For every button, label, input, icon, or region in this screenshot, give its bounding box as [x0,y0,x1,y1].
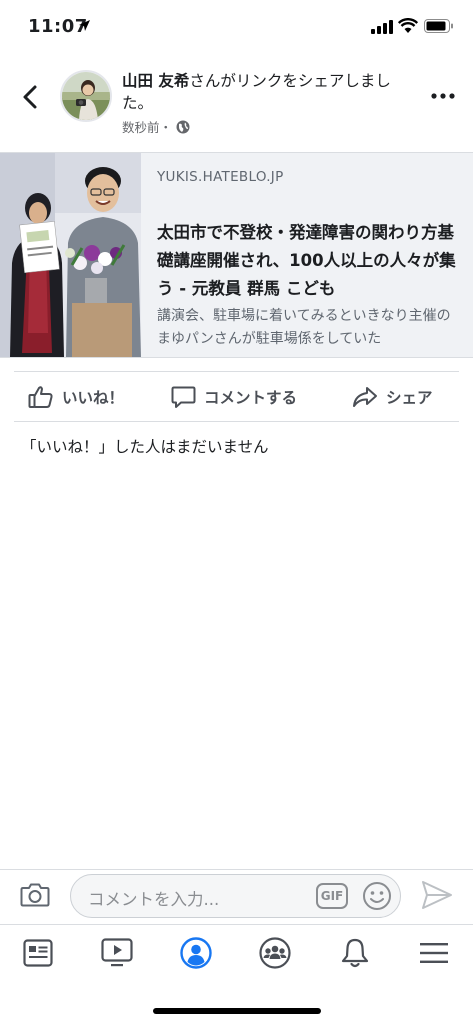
tab-notifications[interactable] [338,936,372,970]
divider [0,924,473,925]
more-options-icon[interactable] [431,93,455,99]
signal-icon [371,20,393,34]
notifications-icon [341,938,369,968]
gif-button[interactable]: GIF [316,883,348,909]
comment-bubble-icon [171,386,196,408]
tab-profile[interactable] [179,936,213,970]
post-header-text: 山田 友希さんがリンクをシェアしました。 [122,70,412,114]
send-icon[interactable] [421,880,453,910]
watch-icon [101,938,133,967]
avatar-photo [62,72,110,120]
share-arrow-icon [353,387,377,407]
link-description: 講演会、駐車場に着いてみるといきなり主催のまゆパンさんが駐車場係をしていた [157,308,451,347]
tab-groups[interactable] [258,936,292,970]
post-timestamp[interactable]: 数秒前・ [122,117,172,136]
divider [14,371,459,372]
divider [0,869,473,870]
camera-icon[interactable] [20,882,50,908]
battery-icon [424,19,453,33]
wifi-icon [398,18,418,33]
divider [14,421,459,422]
like-label: いいね！ [62,389,125,407]
link-preview-image [0,153,141,357]
menu-icon [420,943,448,963]
comment-button[interactable]: コメントする [171,383,297,411]
like-button[interactable]: いいね！ [28,383,124,411]
back-chevron-icon[interactable] [20,84,40,110]
author-name[interactable]: 山田 友希 [122,72,189,90]
link-preview-card[interactable]: YUKIS.HATEBLO.JP 太田市で不登校・発達障害の関わり方基礎講座開催… [0,152,473,358]
tab-watch[interactable] [100,936,134,970]
globe-icon [176,120,190,133]
emoji-icon[interactable] [362,881,392,911]
profile-icon [180,937,212,969]
share-button[interactable]: シェア [352,383,433,411]
post-meta: 数秒前・ [122,117,190,136]
location-arrow-icon [79,20,90,31]
thumbs-up-icon [28,386,53,408]
tab-menu[interactable] [417,936,451,970]
likes-status-text: 「いいね！」した人はまだいません [21,438,269,456]
author-avatar[interactable] [60,70,112,122]
tab-news-feed[interactable] [21,936,55,970]
feed-icon [23,939,53,967]
link-title: 太田市で不登校・発達障害の関わり方基礎講座開催され、100人以上の人々が集う -… [157,223,456,298]
link-domain: YUKIS.HATEBLO.JP [157,169,284,185]
groups-icon [259,937,291,969]
comment-label: コメントする [204,389,298,407]
home-indicator[interactable] [153,1008,321,1014]
comment-placeholder: コメントを入力... [88,890,220,909]
share-label: シェア [386,389,433,407]
